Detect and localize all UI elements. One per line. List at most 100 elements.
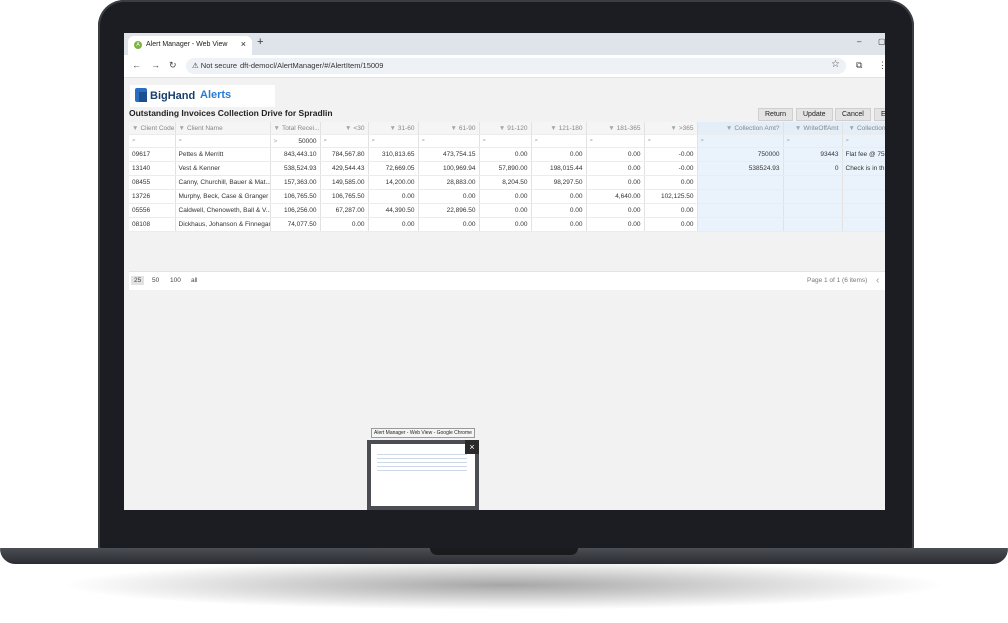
column-header[interactable]: ▼ 181-365 xyxy=(586,122,645,135)
menu-icon[interactable]: ⋮ xyxy=(878,60,885,71)
column-header-label: 181-365 xyxy=(616,124,641,132)
filter-funnel-icon[interactable]: ▼ xyxy=(849,125,855,132)
page-size-100[interactable]: 100 xyxy=(167,276,184,285)
cast-icon[interactable]: ⧉ xyxy=(856,60,862,71)
search-icon[interactable]: ⌕ xyxy=(372,137,376,144)
table-cell[interactable]: Check is in th xyxy=(842,161,885,176)
minimize-button[interactable]: – xyxy=(857,37,861,46)
search-icon[interactable]: ⌕ xyxy=(846,137,850,144)
filter-funnel-icon[interactable]: ▼ xyxy=(608,125,614,132)
filter-cell[interactable]: ⌕ xyxy=(129,134,176,148)
close-icon[interactable]: × xyxy=(465,440,479,454)
table-cell[interactable] xyxy=(783,189,843,204)
filter-cell[interactable]: ⌕ xyxy=(531,134,587,148)
filter-operator[interactable]: > xyxy=(274,138,278,145)
url-text[interactable]: dft-democl/AlertManager/#/AlertItem/1500… xyxy=(240,61,383,70)
page-size-25[interactable]: 25 xyxy=(131,276,145,285)
page-size-50[interactable]: 50 xyxy=(149,276,162,285)
table-cell[interactable]: Flat fee @ 75 xyxy=(842,147,885,162)
column-header[interactable]: ▼ Client Code xyxy=(129,122,176,135)
table-cell[interactable]: 750000 xyxy=(697,147,784,162)
table-cell[interactable] xyxy=(697,189,784,204)
close-icon[interactable]: × xyxy=(241,39,246,49)
column-header[interactable]: ▼ WriteOffAmt xyxy=(783,122,843,135)
filter-input[interactable]: 50000 xyxy=(298,138,316,145)
filter-cell[interactable]: ⌕ xyxy=(842,134,885,148)
filter-cell[interactable]: ⌕ xyxy=(175,134,271,148)
table-cell[interactable]: 93443 xyxy=(783,147,843,162)
bookmark-star-icon[interactable]: ☆ xyxy=(831,59,840,70)
column-header[interactable]: ▼ >365 xyxy=(644,122,698,135)
column-header[interactable]: ▼ Client Name xyxy=(175,122,271,135)
reload-button[interactable]: ↻ xyxy=(169,60,177,71)
table-cell[interactable] xyxy=(783,175,843,190)
page-size-all[interactable]: all xyxy=(188,276,201,285)
search-icon[interactable]: ⌕ xyxy=(535,137,539,144)
extra-button[interactable]: Ex xyxy=(874,108,885,121)
prev-page-button[interactable]: ‹ xyxy=(873,274,882,287)
table-cell: 0.00 xyxy=(479,203,532,218)
update-button[interactable]: Update xyxy=(796,108,833,121)
return-button[interactable]: Return xyxy=(758,108,794,121)
cancel-button[interactable]: Cancel xyxy=(835,108,871,121)
filter-funnel-icon[interactable]: ▼ xyxy=(795,125,801,132)
search-icon[interactable]: ⌕ xyxy=(590,137,594,144)
filter-cell[interactable]: ⌕ xyxy=(368,134,419,148)
column-header[interactable]: ▼ 91-120 xyxy=(479,122,532,135)
search-icon[interactable]: ⌕ xyxy=(701,137,705,144)
filter-cell[interactable]: ⌕ xyxy=(479,134,532,148)
column-header-label: 61-90 xyxy=(458,124,476,132)
search-icon[interactable]: ⌕ xyxy=(132,137,136,144)
table-cell[interactable] xyxy=(697,175,784,190)
filter-cell[interactable]: ⌕ xyxy=(586,134,645,148)
table-cell[interactable] xyxy=(842,189,885,204)
search-icon[interactable]: ⌕ xyxy=(324,137,328,144)
column-header[interactable]: ▼ 121-180 xyxy=(531,122,587,135)
filter-cell[interactable]: ⌕ xyxy=(783,134,843,148)
filter-funnel-icon[interactable]: ▼ xyxy=(726,125,732,132)
address-bar[interactable]: ⚠ Not secure dft-democl/AlertManager/#/A… xyxy=(186,58,846,74)
filter-funnel-icon[interactable]: ▼ xyxy=(132,125,138,132)
column-header[interactable]: ▼ Collection xyxy=(842,122,885,135)
filter-cell[interactable]: >50000 xyxy=(270,134,321,148)
filter-cell[interactable]: ⌕ xyxy=(697,134,784,148)
table-cell[interactable] xyxy=(697,203,784,218)
filter-cell[interactable]: ⌕ xyxy=(320,134,369,148)
column-header[interactable]: ▼ Total Recei... xyxy=(270,122,321,135)
window-thumbnail[interactable]: × xyxy=(367,440,479,510)
filter-funnel-icon[interactable]: ▼ xyxy=(499,125,505,132)
filter-funnel-icon[interactable]: ▼ xyxy=(670,125,676,132)
filter-funnel-icon[interactable]: ▼ xyxy=(550,125,556,132)
table-cell[interactable]: 538524.93 xyxy=(697,161,784,176)
filter-cell[interactable]: ⌕ xyxy=(644,134,698,148)
table-cell[interactable] xyxy=(842,203,885,218)
column-header[interactable]: ▼ <30 xyxy=(320,122,369,135)
filter-funnel-icon[interactable]: ▼ xyxy=(450,125,456,132)
search-icon[interactable]: ⌕ xyxy=(483,137,487,144)
table-cell[interactable] xyxy=(783,203,843,218)
table-cell: 149,585.00 xyxy=(320,175,369,190)
not-secure-badge[interactable]: ⚠ Not secure xyxy=(192,61,237,70)
filter-funnel-icon[interactable]: ▼ xyxy=(274,125,280,132)
search-icon[interactable]: ⌕ xyxy=(648,137,652,144)
column-header[interactable]: ▼ Collection Amt? xyxy=(697,122,784,135)
table-cell[interactable] xyxy=(842,175,885,190)
table-cell[interactable]: 0 xyxy=(783,161,843,176)
search-icon[interactable]: ⌕ xyxy=(422,137,426,144)
browser-tab[interactable]: A Alert Manager - Web View × xyxy=(128,36,252,55)
filter-funnel-icon[interactable]: ▼ xyxy=(345,125,351,132)
forward-button[interactable]: → xyxy=(151,60,160,70)
back-button[interactable]: ← xyxy=(132,60,141,70)
maximize-icon[interactable]: ▢ xyxy=(878,37,885,46)
column-header[interactable]: ▼ 61-90 xyxy=(418,122,480,135)
filter-cell[interactable]: ⌕ xyxy=(418,134,480,148)
filter-funnel-icon[interactable]: ▼ xyxy=(389,125,395,132)
search-icon[interactable]: ⌕ xyxy=(787,137,791,144)
search-icon[interactable]: ⌕ xyxy=(179,137,183,144)
table-cell[interactable] xyxy=(697,217,784,232)
table-cell[interactable] xyxy=(842,217,885,232)
table-cell[interactable] xyxy=(783,217,843,232)
column-header[interactable]: ▼ 31-60 xyxy=(368,122,419,135)
new-tab-button[interactable]: + xyxy=(257,36,263,48)
filter-funnel-icon[interactable]: ▼ xyxy=(179,125,185,132)
